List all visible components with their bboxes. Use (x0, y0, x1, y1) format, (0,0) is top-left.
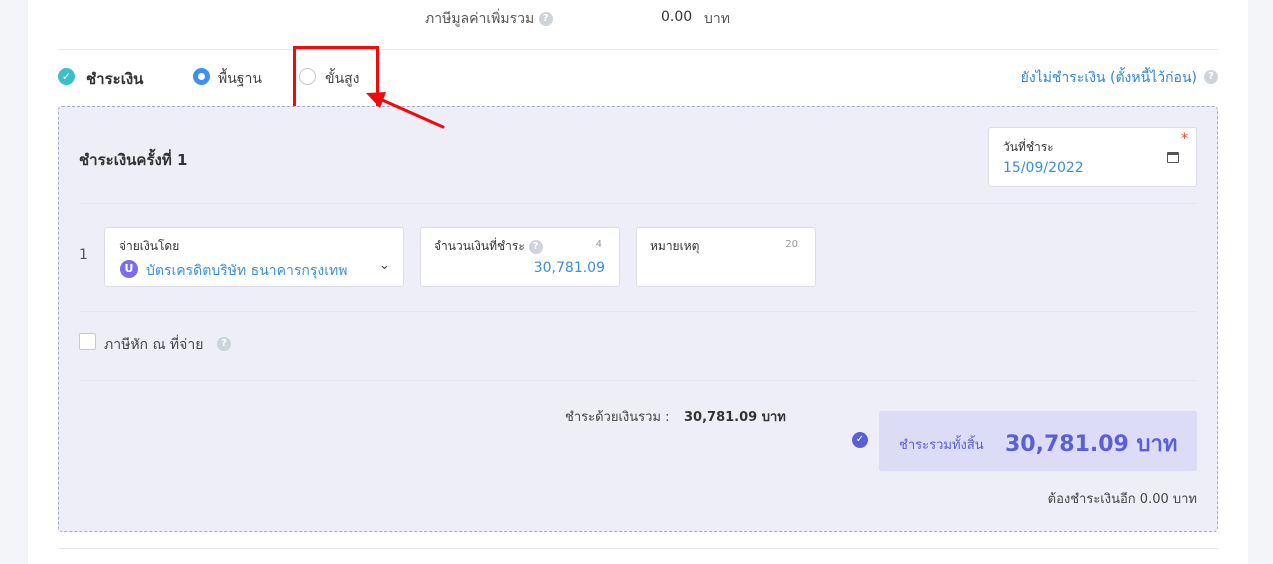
annotation-arrow-icon (366, 92, 445, 129)
